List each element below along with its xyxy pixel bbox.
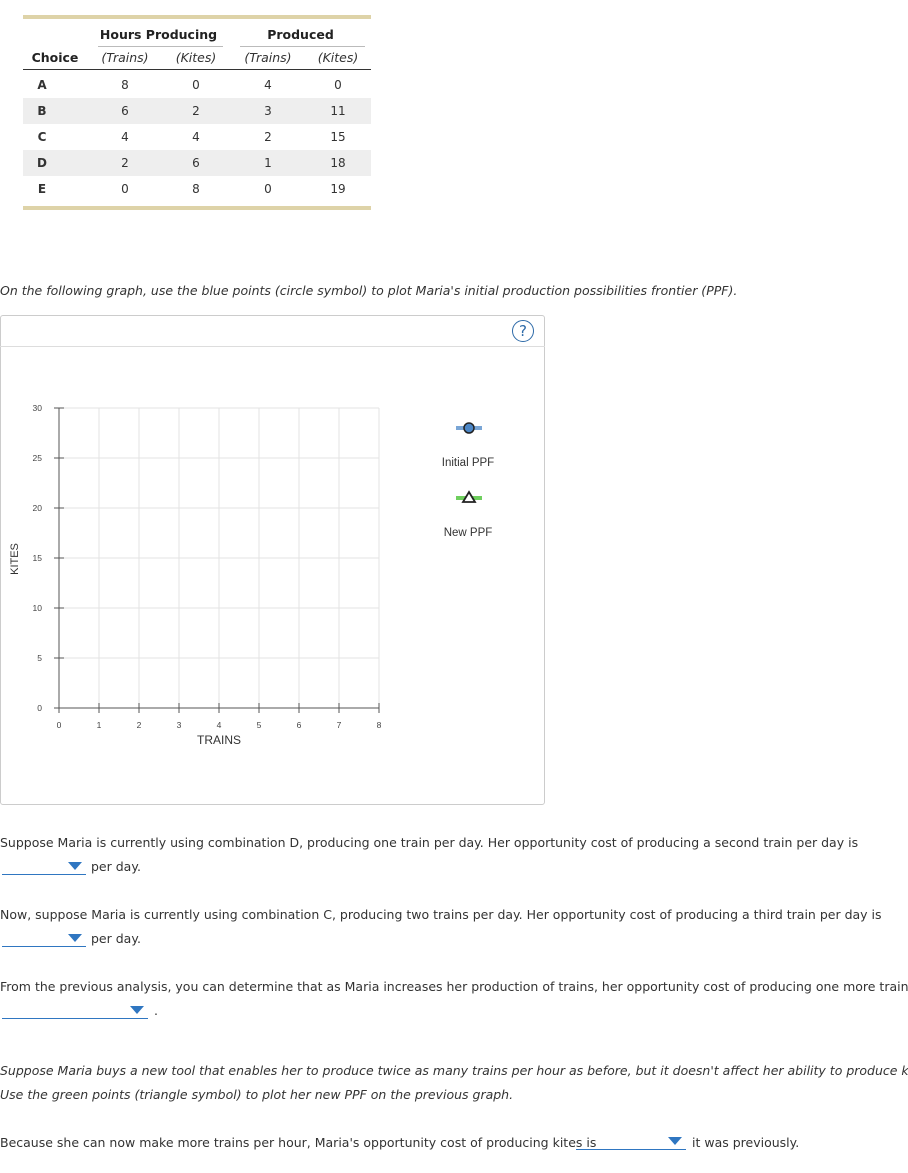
table-top-border bbox=[23, 15, 371, 19]
graph-panel-divider bbox=[0, 346, 545, 347]
x-axis-title: TRAINS bbox=[197, 733, 241, 747]
table-cell-p-trains: 2 bbox=[264, 130, 272, 144]
y-tick-label: 30 bbox=[33, 403, 43, 413]
question-3-suffix: . bbox=[154, 1003, 158, 1018]
table-cell-choice: A bbox=[37, 78, 47, 92]
x-tick-label: 8 bbox=[377, 720, 382, 730]
x-tick-label: 6 bbox=[297, 720, 302, 730]
chevron-down-icon bbox=[68, 934, 82, 942]
x-tick-label: 4 bbox=[217, 720, 222, 730]
table-cell-p-trains: 0 bbox=[264, 182, 272, 196]
chevron-down-icon bbox=[668, 1137, 682, 1145]
question-3-text: From the previous analysis, you can dete… bbox=[0, 979, 908, 994]
question-2-text: Now, suppose Maria is currently using co… bbox=[0, 907, 882, 922]
x-tick-label: 7 bbox=[337, 720, 342, 730]
table-cell-h-kites: 0 bbox=[192, 78, 200, 92]
table-cell-h-kites: 6 bbox=[192, 156, 200, 170]
question-1-suffix: per day. bbox=[91, 859, 141, 874]
table-cell-p-kites: 0 bbox=[334, 78, 342, 92]
x-tick-label: 3 bbox=[177, 720, 182, 730]
col-header-hours-trains: (Trains) bbox=[101, 50, 149, 65]
graph-instruction: On the following graph, use the blue poi… bbox=[0, 283, 738, 298]
x-tick-label: 1 bbox=[97, 720, 102, 730]
table-cell-p-kites: 18 bbox=[330, 156, 346, 170]
y-tick-label: 10 bbox=[33, 603, 43, 613]
new-ppf-tool-icon[interactable] bbox=[448, 488, 488, 508]
col-header-produced-kites: (Kites) bbox=[317, 50, 359, 65]
legend-new-ppf: New PPF bbox=[443, 527, 493, 539]
initial-ppf-tool-icon[interactable] bbox=[448, 418, 488, 438]
table-cell-h-trains: 6 bbox=[121, 104, 129, 118]
question-3-dropdown[interactable] bbox=[2, 1002, 148, 1019]
table-cell-p-kites: 19 bbox=[330, 182, 346, 196]
table-cell-choice: E bbox=[37, 182, 47, 196]
question-1-text: Suppose Maria is currently using combina… bbox=[0, 835, 859, 850]
table-cell-choice: C bbox=[37, 130, 47, 144]
table-cell-p-kites: 15 bbox=[330, 130, 346, 144]
table-cell-h-kites: 8 bbox=[192, 182, 200, 196]
chevron-down-icon bbox=[130, 1006, 144, 1014]
x-tick-label: 0 bbox=[57, 720, 62, 730]
y-tick-label: 20 bbox=[33, 503, 43, 513]
ppf-chart[interactable]: 0 1 2 3 4 5 6 7 8 0 5 10 15 20 25 30 TRAINS KITES bbox=[0, 395, 400, 755]
x-tick-label: 5 bbox=[257, 720, 262, 730]
question-4-suffix: it was previously. bbox=[692, 1135, 800, 1150]
chevron-down-icon bbox=[68, 862, 82, 870]
table-cell-h-kites: 4 bbox=[192, 130, 200, 144]
question-4-text: Because she can now make more trains per… bbox=[0, 1135, 597, 1150]
y-axis-title: KITES bbox=[9, 543, 21, 575]
question-2-suffix: per day. bbox=[91, 931, 141, 946]
y-tick-label: 0 bbox=[37, 703, 42, 713]
table-cell-h-trains: 2 bbox=[121, 156, 129, 170]
question-2-dropdown[interactable] bbox=[2, 930, 86, 947]
table-cell-h-trains: 4 bbox=[121, 130, 129, 144]
new-tool-instruction-line2: Use the green points (triangle symbol) t… bbox=[0, 1087, 514, 1102]
x-tick-label: 2 bbox=[137, 720, 142, 730]
question-4-dropdown[interactable] bbox=[576, 1133, 686, 1150]
y-tick-label: 5 bbox=[37, 653, 42, 663]
col-header-choice: Choice bbox=[31, 50, 79, 65]
new-tool-instruction-line1: Suppose Maria buys a new tool that enabl… bbox=[0, 1063, 908, 1078]
table-cell-p-trains: 1 bbox=[264, 156, 272, 170]
table-bottom-border bbox=[23, 206, 371, 210]
col-header-produced-trains: (Trains) bbox=[244, 50, 292, 65]
table-cell-p-trains: 4 bbox=[264, 78, 272, 92]
table-cell-h-kites: 2 bbox=[192, 104, 200, 118]
legend-initial-ppf: Initial PPF bbox=[441, 457, 495, 469]
question-1-dropdown[interactable] bbox=[2, 858, 86, 875]
y-tick-label: 15 bbox=[33, 553, 43, 563]
table-cell-p-kites: 11 bbox=[330, 104, 346, 118]
help-icon[interactable]: ? bbox=[512, 320, 534, 342]
table-cell-choice: D bbox=[37, 156, 47, 170]
table-cell-h-trains: 8 bbox=[121, 78, 129, 92]
y-tick-label: 25 bbox=[33, 453, 43, 463]
col-header-hours-kites: (Kites) bbox=[175, 50, 217, 65]
table-cell-choice: B bbox=[37, 104, 47, 118]
header-rule bbox=[23, 69, 371, 70]
table-cell-h-trains: 0 bbox=[121, 182, 129, 196]
table-cell-p-trains: 3 bbox=[264, 104, 272, 118]
